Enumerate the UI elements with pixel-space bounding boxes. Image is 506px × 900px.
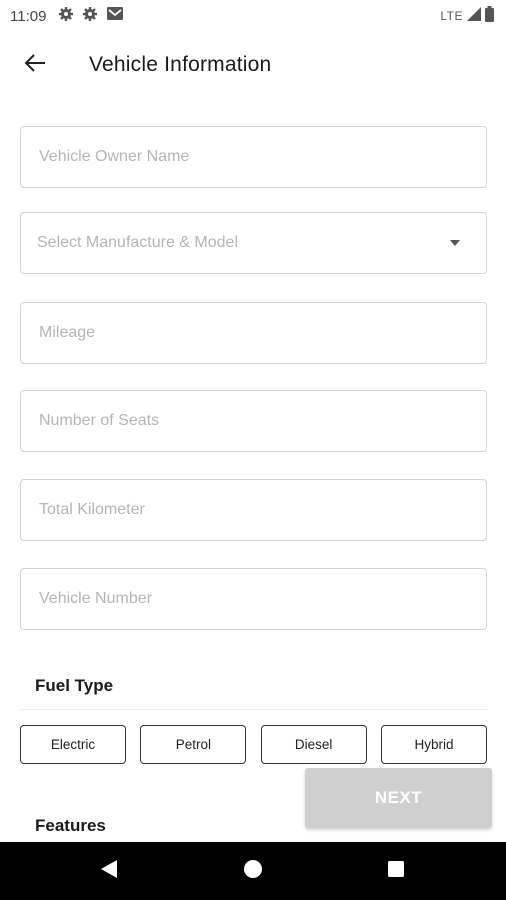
- arrow-left-icon: [24, 53, 46, 78]
- manufacture-model-select[interactable]: Select Manufacture & Model: [20, 212, 487, 274]
- battery-icon: [485, 5, 494, 27]
- page-title: Vehicle Information: [89, 53, 272, 76]
- seats-field[interactable]: [20, 390, 487, 452]
- gmail-icon: [106, 6, 124, 26]
- manufacture-model-placeholder: Select Manufacture & Model: [37, 234, 238, 251]
- system-nav-bar: [0, 842, 506, 900]
- status-bar: 11:09 LTE: [0, 0, 506, 32]
- divider: [20, 709, 487, 710]
- recents-square-icon: [387, 860, 405, 883]
- seats-input[interactable]: [21, 391, 486, 451]
- fuel-type-options: Electric Petrol Diesel Hybrid: [20, 725, 487, 764]
- nav-back-button[interactable]: [97, 859, 121, 883]
- network-type: LTE: [440, 9, 463, 23]
- mileage-field[interactable]: [20, 302, 487, 364]
- nav-recents-button[interactable]: [384, 859, 408, 883]
- kilometer-input[interactable]: [21, 480, 486, 540]
- back-button[interactable]: [15, 45, 55, 85]
- app-bar: Vehicle Information: [0, 40, 506, 90]
- gear-icon: [58, 6, 74, 27]
- nav-home-button[interactable]: [241, 859, 265, 883]
- fuel-option-electric[interactable]: Electric: [20, 725, 126, 764]
- vehicle-number-field[interactable]: [20, 568, 487, 630]
- status-system-icons: LTE: [440, 5, 494, 27]
- kilometer-field[interactable]: [20, 479, 487, 541]
- fuel-type-title: Fuel Type: [35, 676, 114, 695]
- features-title: Features: [35, 816, 106, 835]
- status-time: 11:09: [10, 7, 47, 25]
- gear-icon: [82, 6, 98, 27]
- next-button[interactable]: NEXT: [305, 768, 492, 828]
- home-circle-icon: [243, 859, 263, 884]
- status-notification-icons: [58, 6, 124, 27]
- fuel-option-diesel[interactable]: Diesel: [260, 725, 367, 764]
- owner-name-input[interactable]: [21, 127, 486, 187]
- signal-icon: [467, 6, 481, 26]
- fuel-option-petrol[interactable]: Petrol: [140, 725, 247, 764]
- dropdown-arrow-icon: [450, 240, 460, 246]
- mileage-input[interactable]: [21, 303, 486, 363]
- owner-name-field[interactable]: [20, 126, 487, 188]
- back-triangle-icon: [100, 859, 118, 884]
- vehicle-number-input[interactable]: [21, 569, 486, 629]
- fuel-option-hybrid[interactable]: Hybrid: [380, 725, 487, 764]
